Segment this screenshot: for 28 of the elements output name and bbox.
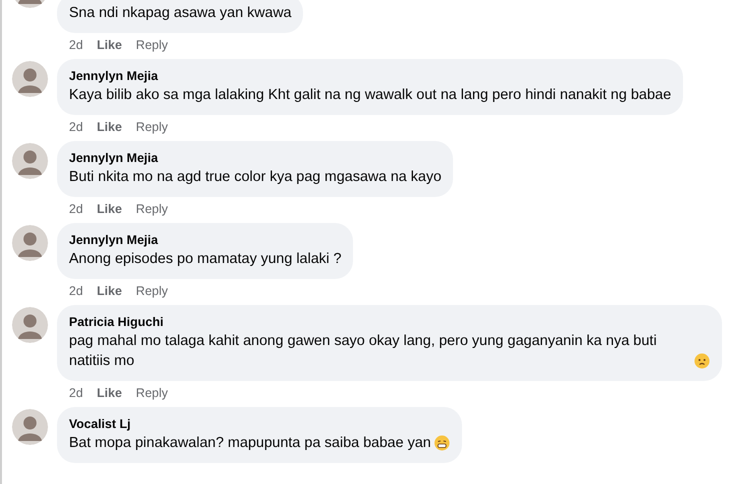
reply-link[interactable]: Reply <box>136 37 168 53</box>
like-link[interactable]: Like <box>96 37 122 53</box>
comment-time[interactable]: 2d <box>69 119 83 135</box>
like-link[interactable]: Like <box>96 385 122 401</box>
author-name[interactable]: Jennylyn Mejia <box>69 232 342 249</box>
comment-text: Bat mopa pinakawalan? mapupunta pa saiba babae yan <box>69 434 431 453</box>
reply-link[interactable]: Reply <box>136 201 168 217</box>
comment-time[interactable]: 2d <box>69 37 83 53</box>
comment-text: Buti nkita mo na agd true color kya pag mgasawa na kayo <box>69 168 442 187</box>
comment-text: Anong episodes po mamatay yung lalaki ? <box>69 250 342 269</box>
reply-link[interactable]: Reply <box>136 119 168 135</box>
comment-text: Kaya bilib ako sa mga lalaking Kht galit na ng wawalk out na lang pero hindi nanakit ng babae <box>69 86 672 105</box>
like-link[interactable]: Like <box>96 283 122 299</box>
comment-time[interactable]: 2d <box>69 283 83 299</box>
like-link[interactable]: Like <box>96 119 122 135</box>
like-link[interactable]: Like <box>96 201 122 217</box>
reply-link[interactable]: Reply <box>136 283 168 299</box>
reply-link[interactable]: Reply <box>136 385 168 401</box>
comment-text: pag mahal mo talaga kahit anong gawen sayo okay lang, pero yung gaganyanin ka nya buti natitiis mo <box>69 332 658 371</box>
author-name[interactable]: Jennylyn Mejia <box>69 68 672 85</box>
comment-time[interactable]: 2d <box>69 201 83 217</box>
comment-time[interactable]: 2d <box>69 385 83 401</box>
grimace-emoji-icon <box>434 435 450 451</box>
author-name[interactable]: Patricia Higuchi <box>69 314 710 331</box>
author-name[interactable]: Vocalist Lj <box>69 416 450 433</box>
frown-emoji-icon <box>694 353 710 369</box>
comment-text: Sna ndi nkapag asawa yan kwawa <box>69 4 292 23</box>
author-name[interactable]: Jennylyn Mejia <box>69 150 442 167</box>
